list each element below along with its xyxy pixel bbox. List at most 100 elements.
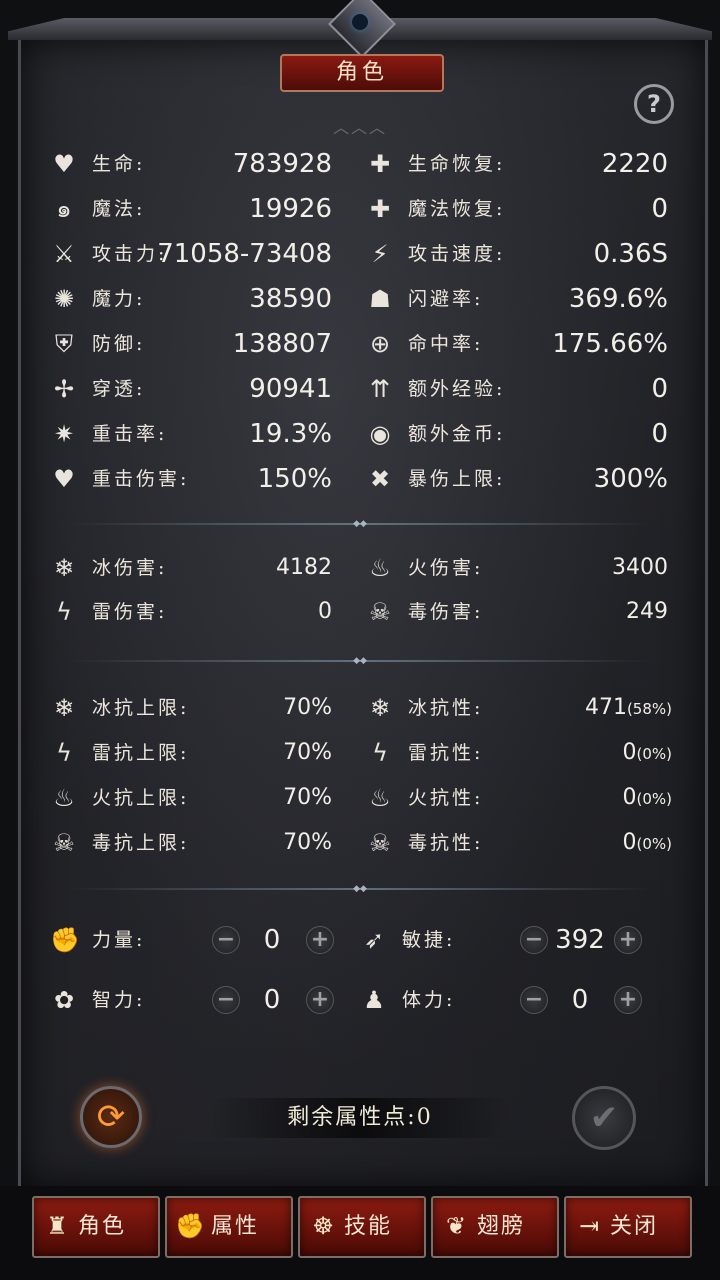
stat-row: ♥ 重击伤害: 150%	[50, 461, 332, 501]
strength-fist-icon: ✊	[50, 926, 80, 954]
stat-value: 38590	[249, 284, 332, 314]
ice-icon: ❄	[53, 554, 75, 582]
crit-damage-icon: ♥	[53, 465, 75, 493]
crit-rate-icon: ✷	[53, 420, 75, 448]
stat-label: 火抗性:	[408, 787, 484, 809]
decrease-button[interactable]: −	[520, 986, 548, 1014]
stat-label: 魔法:	[92, 198, 146, 220]
exp-arrows-icon: ⇈	[369, 375, 391, 403]
stat-value: 2220	[601, 149, 668, 179]
stat-row: ⚡ 攻击速度: 0.36S	[366, 236, 668, 276]
reset-attributes-button[interactable]: ⟳	[80, 1086, 142, 1148]
stat-label: 毒伤害:	[408, 601, 484, 623]
stat-label: 魔力:	[92, 288, 146, 310]
stat-label: 火抗上限:	[92, 787, 190, 809]
tab-3[interactable]: ❦ 翅膀	[431, 1196, 559, 1258]
stat-row: ☠ 毒伤害: 249	[366, 594, 668, 634]
lightning-cap-icon: ϟ	[56, 739, 72, 767]
increase-button[interactable]: +	[614, 926, 642, 954]
fire-cap-icon: ♨	[53, 784, 75, 812]
section-divider: ◆◆	[70, 519, 650, 529]
stat-row: ☠ 毒抗性: 0(0%)	[366, 825, 672, 865]
stat-label: 生命恢复:	[408, 153, 506, 175]
target-icon: ⊕	[369, 330, 391, 358]
stat-value: 0	[318, 599, 332, 624]
stat-value: 71058-73408	[157, 239, 332, 269]
stat-percent: (58%)	[626, 700, 672, 718]
tab-label: 技能	[344, 1214, 393, 1239]
stat-value: 70%	[283, 785, 332, 810]
remaining-points: 剩余属性点:0	[210, 1098, 510, 1138]
stat-label: 雷抗性:	[408, 742, 484, 764]
stat-row: ✷ 重击率: 19.3%	[50, 416, 332, 456]
attribute-fist-icon: ✊	[175, 1212, 207, 1240]
stat-value: 0	[651, 194, 668, 224]
stat-row: ♥ 生命: 783928	[50, 146, 332, 186]
stat-label: 生命:	[92, 153, 146, 175]
stat-label: 重击率:	[92, 423, 168, 445]
attribute-label: 力量:	[92, 929, 146, 951]
character-armor-icon: ♜	[46, 1212, 70, 1240]
stat-value: 369.6%	[568, 284, 668, 314]
stat-row: ♨ 火抗性: 0(0%)	[366, 780, 672, 820]
stat-label: 毒抗性:	[408, 832, 484, 854]
tab-4[interactable]: ⇥ 关闭	[564, 1196, 692, 1258]
checkmark-icon: ✔	[589, 1098, 619, 1138]
stat-row: ✚ 生命恢复: 2220	[366, 146, 668, 186]
crit-cap-icon: ✖	[369, 465, 391, 493]
poison-cap-icon: ☠	[53, 829, 75, 857]
stat-value: 19.3%	[249, 419, 332, 449]
fire-resist-icon: ♨	[369, 784, 391, 812]
stat-value: 471(58%)	[584, 695, 672, 720]
stat-row: ✖ 暴伤上限: 300%	[366, 461, 668, 501]
stat-value: 150%	[257, 464, 332, 494]
stat-row: ☠ 毒抗上限: 70%	[50, 825, 332, 865]
magic-power-icon: ✺	[53, 285, 75, 313]
decrease-button[interactable]: −	[212, 926, 240, 954]
stat-value: 0(0%)	[622, 785, 672, 810]
top-gem-eye-icon	[352, 14, 368, 30]
confirm-button[interactable]: ✔	[572, 1086, 636, 1150]
tab-1[interactable]: ✊ 属性	[165, 1196, 293, 1258]
increase-button[interactable]: +	[306, 986, 334, 1014]
tab-2[interactable]: ☸ 技能	[298, 1196, 426, 1258]
stat-value: 4182	[276, 555, 332, 580]
stat-value: 300%	[593, 464, 668, 494]
ice-resist-icon: ❄	[369, 694, 391, 722]
attribute-value: 0	[263, 985, 281, 1015]
skill-icon: ☸	[312, 1212, 336, 1240]
stat-label: 命中率:	[408, 333, 484, 355]
decrease-button[interactable]: −	[212, 986, 240, 1014]
stat-percent: (0%)	[636, 790, 672, 808]
increase-button[interactable]: +	[306, 926, 334, 954]
exit-icon: ⇥	[578, 1212, 602, 1240]
increase-button[interactable]: +	[614, 986, 642, 1014]
stat-label: 冰抗上限:	[92, 697, 190, 719]
stat-label: 攻击速度:	[408, 243, 506, 265]
stat-value: 70%	[283, 740, 332, 765]
stat-label: 火伤害:	[408, 557, 484, 579]
stat-row: ☗ 闪避率: 369.6%	[366, 281, 668, 321]
stat-row: ✚ 魔法恢复: 0	[366, 191, 668, 231]
stamina-body-icon: ♟	[363, 986, 385, 1014]
stat-row: ϟ 雷伤害: 0	[50, 594, 332, 634]
stat-label: 毒抗上限:	[92, 832, 190, 854]
stat-value: 0(0%)	[622, 740, 672, 765]
help-icon[interactable]: ?	[634, 84, 674, 124]
stat-row: ⊕ 命中率: 175.66%	[366, 326, 668, 366]
shield-icon: ⛨	[55, 330, 73, 358]
attribute-label: 体力:	[402, 989, 456, 1011]
stat-label: 雷伤害:	[92, 601, 168, 623]
agility-runner-icon: ➶	[363, 926, 385, 954]
heart-icon: ♥	[53, 150, 75, 178]
tab-0[interactable]: ♜ 角色	[32, 1196, 160, 1258]
stat-row: ⛨ 防御: 138807	[50, 326, 332, 366]
stat-label: 闪避率:	[408, 288, 484, 310]
section-divider: ◆◆	[70, 884, 650, 894]
stat-label: 攻击力:	[92, 243, 168, 265]
mana-swirl-icon: ๑	[56, 195, 72, 223]
decrease-button[interactable]: −	[520, 926, 548, 954]
stat-label: 魔法恢复:	[408, 198, 506, 220]
attack-speed-icon: ⚡	[371, 240, 389, 268]
stat-percent: (0%)	[636, 745, 672, 763]
